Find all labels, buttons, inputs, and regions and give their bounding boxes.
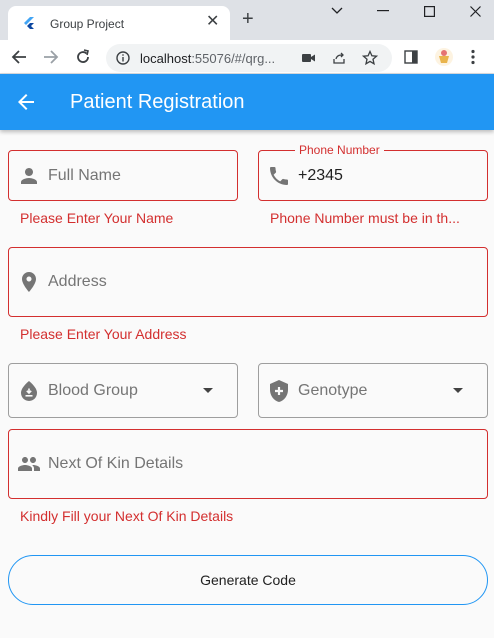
next-of-kin-field[interactable]: Next Of Kin Details (8, 429, 488, 499)
full-name-hint: Full Name (48, 167, 121, 184)
generate-code-button[interactable]: Generate Code (8, 555, 488, 605)
location-pin-icon (22, 272, 36, 292)
side-panel-icon[interactable] (404, 50, 418, 64)
blood-group-dropdown[interactable]: Blood Group (8, 363, 238, 418)
browser-tab[interactable]: Group Project ✕ (8, 6, 230, 40)
people-icon (18, 457, 40, 471)
profile-avatar-icon[interactable] (434, 47, 454, 67)
new-tab-button[interactable]: + (242, 9, 254, 29)
address-error: Please Enter Your Address (20, 326, 187, 342)
genotype-dropdown[interactable]: Genotype (258, 363, 488, 418)
blood-group-hint: Blood Group (48, 382, 138, 399)
tab-title: Group Project (50, 17, 125, 31)
more-menu-icon[interactable] (470, 49, 476, 65)
maximize-icon[interactable] (414, 2, 444, 20)
address-hint: Address (48, 273, 107, 290)
reload-icon[interactable] (72, 46, 94, 68)
camera-icon[interactable] (302, 53, 316, 63)
address-bar[interactable]: localhost:55076/#/qrg... (106, 44, 392, 72)
genotype-hint: Genotype (298, 382, 368, 399)
full-name-error: Please Enter Your Name (20, 210, 174, 226)
full-name-field[interactable]: Full Name (8, 150, 238, 201)
address-field[interactable]: Address (8, 247, 488, 317)
share-icon[interactable] (332, 51, 346, 65)
info-icon[interactable] (116, 51, 130, 65)
browser-titlebar: Group Project ✕ + (0, 0, 494, 40)
back-nav-icon[interactable] (8, 46, 30, 68)
dropdown-arrow-icon (203, 388, 213, 393)
phone-number-error: Phone Number must be in th... (270, 210, 460, 226)
phone-number-field[interactable]: Phone Number +2345 (258, 143, 488, 201)
app-bar: Patient Registration (0, 74, 494, 130)
back-arrow-icon[interactable] (14, 90, 38, 114)
tab-search-icon[interactable] (322, 2, 352, 20)
next-of-kin-error: Kindly Fill your Next Of Kin Details (20, 508, 234, 524)
close-window-icon[interactable] (460, 2, 490, 20)
shield-icon (270, 380, 288, 402)
url-text: localhost:55076/#/qrg... (140, 51, 276, 66)
dropdown-arrow-icon (453, 388, 463, 393)
person-icon (21, 168, 37, 184)
browser-toolbar: localhost:55076/#/qrg... (0, 40, 494, 74)
flutter-icon (24, 17, 34, 29)
next-of-kin-hint: Next Of Kin Details (48, 455, 184, 472)
phone-number-label: Phone Number (295, 143, 384, 157)
bookmark-star-icon[interactable] (362, 50, 378, 66)
page-title: Patient Registration (70, 91, 245, 113)
phone-number-value: +2345 (298, 167, 343, 184)
phone-icon (270, 167, 288, 185)
blood-drop-icon (21, 381, 37, 401)
minimize-icon[interactable] (368, 2, 398, 20)
tab-close-icon[interactable]: ✕ (206, 12, 219, 32)
forward-nav-icon[interactable] (40, 46, 62, 68)
